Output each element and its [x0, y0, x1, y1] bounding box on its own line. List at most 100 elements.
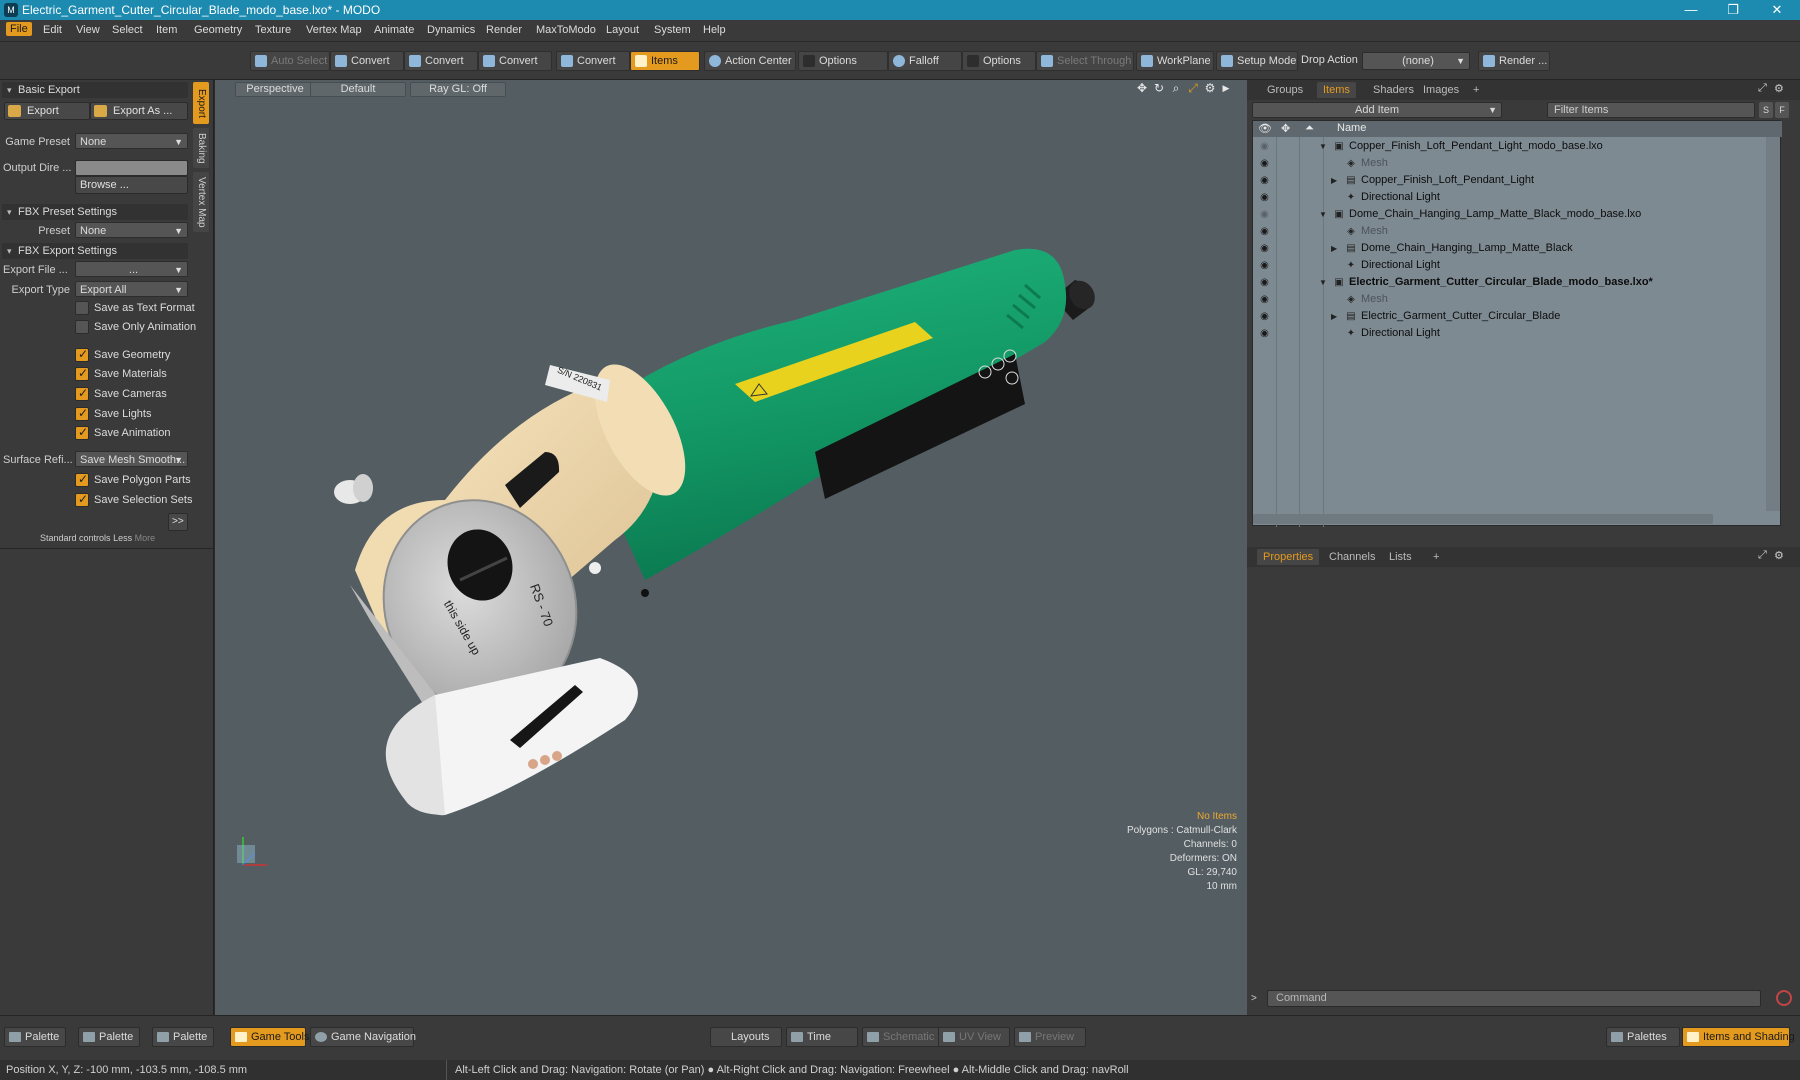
collapse-arrow-icon[interactable]: ▼	[1319, 206, 1327, 223]
menu-animate[interactable]: Animate	[374, 24, 414, 36]
palette-button-3[interactable]: Palette	[152, 1027, 214, 1047]
command-input[interactable]: Command	[1267, 990, 1761, 1007]
save-animation-checkbox[interactable]	[75, 425, 89, 440]
falloff-button[interactable]: Falloff	[888, 51, 962, 71]
save-geometry-checkbox[interactable]	[75, 347, 89, 362]
uv-view-button[interactable]: UV View	[938, 1027, 1010, 1047]
menu-select[interactable]: Select	[112, 24, 143, 36]
filter-f-icon[interactable]: F	[1775, 102, 1789, 118]
time-button[interactable]: Time	[786, 1027, 858, 1047]
render-button[interactable]: Render ...	[1478, 51, 1550, 71]
preset-dropdown[interactable]: None ▼	[75, 222, 188, 238]
menu-maxtomodo[interactable]: MaxToModo	[536, 24, 596, 36]
expand-panel-icon[interactable]: ⤢	[1758, 82, 1767, 95]
visibility-eye-icon[interactable]: ◉	[1259, 328, 1270, 339]
export-button[interactable]: Export	[4, 102, 90, 120]
item-row[interactable]: ◉ ◈ Mesh	[1253, 155, 1782, 172]
tab-groups[interactable]: Groups	[1261, 82, 1309, 98]
maximize-icon[interactable]: ❐	[1712, 0, 1754, 20]
save-materials-checkbox[interactable]	[75, 366, 89, 381]
visibility-eye-icon[interactable]: ◉	[1259, 243, 1270, 254]
menu-file[interactable]: File	[6, 22, 32, 36]
collapse-arrow-icon[interactable]: ▼	[1319, 138, 1327, 155]
save-as-text-checkbox[interactable]	[75, 301, 89, 315]
palette-button-2[interactable]: Palette	[78, 1027, 140, 1047]
item-row[interactable]: ◉ ✦ Directional Light	[1253, 189, 1782, 206]
item-row[interactable]: ◉ ▶ ▤ Dome_Chain_Hanging_Lamp_Matte_Black	[1253, 240, 1782, 257]
workplane-button[interactable]: WorkPlane	[1136, 51, 1214, 71]
tab-properties[interactable]: Properties	[1257, 549, 1320, 565]
tab-channels[interactable]: Channels	[1323, 549, 1381, 565]
expand-arrow-icon[interactable]: ▶	[1331, 172, 1337, 189]
minimize-icon[interactable]: —	[1670, 0, 1712, 20]
item-row[interactable]: ◉ ▶ ▤ Electric_Garment_Cutter_Circular_Blad…	[1253, 308, 1782, 325]
item-row[interactable]: ◉ ▶ ▤ Copper_Finish_Loft_Pendant_Light	[1253, 172, 1782, 189]
more-link[interactable]: More	[135, 533, 156, 543]
visibility-eye-icon[interactable]: ◉	[1259, 158, 1270, 169]
save-only-animation-checkbox[interactable]	[75, 320, 89, 334]
convert-button-1[interactable]: Convert	[330, 51, 404, 71]
menu-item[interactable]: Item	[156, 24, 177, 36]
tab-export[interactable]: Export	[193, 82, 209, 124]
item-row[interactable]: ◉ ✦ Directional Light	[1253, 257, 1782, 274]
output-dir-field[interactable]	[75, 160, 188, 176]
convert-button-2[interactable]: Convert	[404, 51, 478, 71]
menu-dynamics[interactable]: Dynamics	[427, 24, 475, 36]
visibility-eye-icon[interactable]: ◉	[1259, 294, 1270, 305]
3d-viewport[interactable]: Perspective Default Ray GL: Off ✥ ↻ ⌕ ⤢ …	[215, 80, 1247, 1015]
visibility-eye-icon[interactable]: ◉	[1259, 277, 1270, 288]
visibility-eye-icon[interactable]: ◉	[1259, 175, 1270, 186]
palette-button-1[interactable]: Palette	[4, 1027, 66, 1047]
expand-arrow-icon[interactable]: ▶	[1331, 240, 1337, 257]
convert-button-3[interactable]: Convert	[478, 51, 552, 71]
collapse-arrow-icon[interactable]: ▼	[1319, 274, 1327, 291]
layouts-button[interactable]: Layouts	[710, 1027, 782, 1047]
game-navigation-button[interactable]: Game Navigation	[310, 1027, 416, 1047]
item-row[interactable]: ◉ ▼ ▣ Electric_Garment_Cutter_Circular_Blad…	[1253, 274, 1782, 291]
vertical-scrollbar[interactable]	[1766, 137, 1780, 511]
drop-action-dropdown[interactable]: (none) ▼	[1362, 52, 1470, 70]
fbx-export-header[interactable]: FBX Export Settings	[2, 243, 188, 259]
item-row[interactable]: ◉ ◈ Mesh	[1253, 223, 1782, 240]
basic-export-header[interactable]: Basic Export	[2, 82, 188, 98]
surface-refinement-dropdown[interactable]: Save Mesh Smooth... ▼	[75, 451, 188, 467]
menu-system[interactable]: System	[654, 24, 691, 36]
item-row[interactable]: ◉ ▼ ▣ Copper_Finish_Loft_Pendant_Light_modo…	[1253, 138, 1782, 155]
options-button-1[interactable]: Options	[798, 51, 888, 71]
menu-edit[interactable]: Edit	[43, 24, 62, 36]
save-cameras-checkbox[interactable]	[75, 386, 89, 401]
menu-vertex-map[interactable]: Vertex Map	[306, 24, 362, 36]
close-icon[interactable]: ✕	[1756, 0, 1798, 20]
browse-button[interactable]: Browse ...	[75, 176, 188, 194]
gear-icon[interactable]: ⚙	[1774, 82, 1784, 95]
record-icon[interactable]	[1776, 990, 1792, 1006]
less-link[interactable]: Less	[113, 533, 132, 543]
visibility-eye-icon[interactable]: ◉	[1259, 226, 1270, 237]
tab-vertex-map[interactable]: Vertex Map	[193, 172, 209, 232]
filter-s-icon[interactable]: S	[1759, 102, 1773, 118]
auto-select-button[interactable]: Auto Select	[250, 51, 330, 71]
convert-button-4[interactable]: Convert	[556, 51, 630, 71]
tab-items[interactable]: Items	[1317, 82, 1356, 98]
save-lights-checkbox[interactable]	[75, 406, 89, 421]
add-tab-button[interactable]: +	[1427, 549, 1445, 565]
palettes-button[interactable]: Palettes	[1606, 1027, 1680, 1047]
filter-items-input[interactable]: Filter Items	[1547, 102, 1755, 118]
export-as-button[interactable]: Export As ...	[90, 102, 188, 120]
tab-images[interactable]: Images	[1417, 82, 1465, 98]
gear-icon[interactable]: ⚙	[1774, 549, 1784, 562]
tab-baking[interactable]: Baking	[193, 128, 209, 168]
menu-help[interactable]: Help	[703, 24, 726, 36]
item-row[interactable]: ◉ ◈ Mesh	[1253, 291, 1782, 308]
save-polygon-parts-checkbox[interactable]	[75, 472, 89, 487]
fbx-preset-header[interactable]: FBX Preset Settings	[2, 204, 188, 220]
visibility-eye-icon[interactable]: ◉	[1259, 192, 1270, 203]
select-through-button[interactable]: Select Through	[1036, 51, 1134, 71]
schematic-button[interactable]: Schematic	[862, 1027, 942, 1047]
visibility-eye-icon[interactable]: ◉	[1259, 260, 1270, 271]
expand-arrow-icon[interactable]: ▶	[1331, 308, 1337, 325]
menu-view[interactable]: View	[76, 24, 100, 36]
items-and-shading-button[interactable]: Items and Shading	[1682, 1027, 1795, 1047]
horizontal-scrollbar[interactable]	[1253, 514, 1713, 524]
add-item-button[interactable]: Add Item ▼	[1252, 102, 1502, 118]
